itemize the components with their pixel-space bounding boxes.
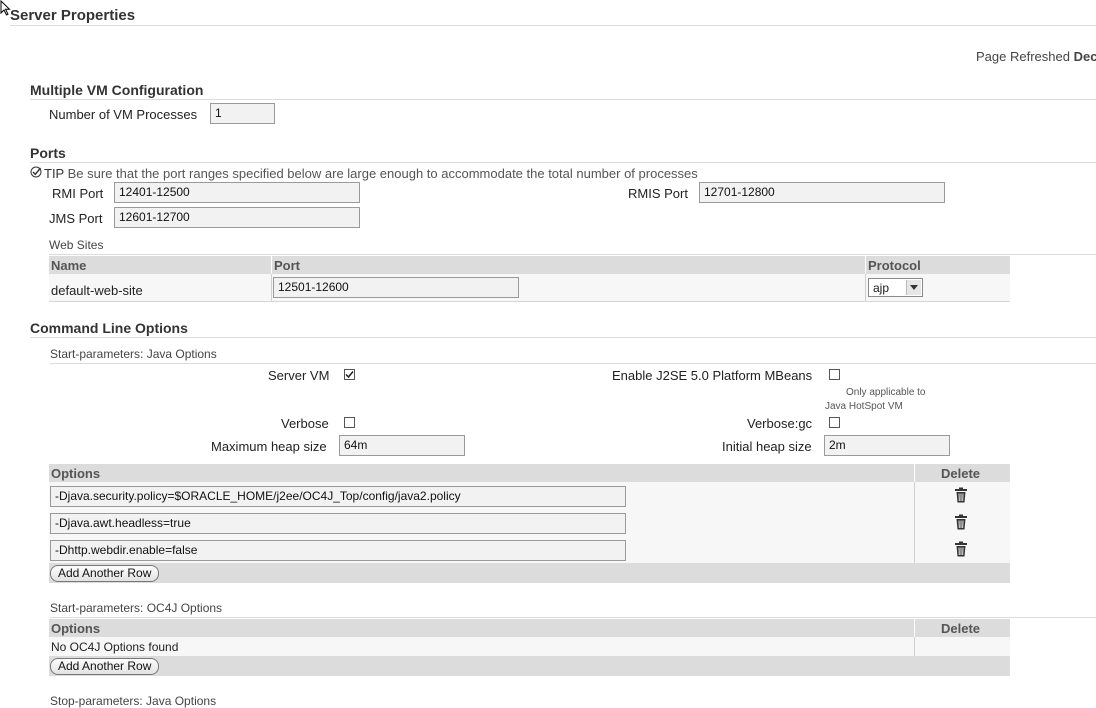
rmis-port-input[interactable]: 12701-12800 bbox=[699, 182, 945, 203]
page-refreshed-value: Dec bbox=[1074, 49, 1096, 64]
col-divider bbox=[914, 619, 915, 637]
max-heap-input[interactable]: 64m bbox=[339, 435, 465, 456]
mbeans-label: Enable J2SE 5.0 Platform MBeans bbox=[612, 368, 812, 383]
vm-config-heading: Multiple VM Configuration bbox=[30, 82, 203, 98]
col-divider bbox=[914, 536, 915, 563]
oc4j-options-divider bbox=[50, 617, 1096, 618]
chevron-down-icon bbox=[906, 280, 921, 295]
web-sites-heading: Web Sites bbox=[49, 238, 103, 252]
verbose-checkbox[interactable] bbox=[344, 417, 355, 428]
add-oc4j-option-row-button[interactable]: Add Another Row bbox=[50, 658, 159, 675]
empty-message: No OC4J Options found bbox=[51, 640, 178, 654]
command-line-divider bbox=[30, 337, 1096, 338]
vm-processes-input[interactable]: 1 bbox=[210, 103, 275, 124]
page-refreshed: Page Refreshed Dec bbox=[976, 49, 1096, 64]
server-vm-checkbox[interactable] bbox=[344, 369, 355, 380]
col-name: Name bbox=[51, 258, 86, 273]
protocol-select[interactable]: ajp bbox=[868, 278, 923, 297]
oc4j-options-table-header: Options Delete bbox=[49, 619, 1010, 637]
col-divider bbox=[271, 256, 272, 274]
col-divider bbox=[914, 509, 915, 536]
tip-message: TIP Be sure that the port ranges specifi… bbox=[44, 166, 698, 181]
page-title: Server Properties bbox=[10, 7, 135, 24]
rmi-port-label: RMI Port bbox=[52, 186, 103, 201]
col-divider bbox=[914, 482, 915, 509]
title-divider bbox=[10, 25, 1096, 26]
java-option-input-3[interactable]: -Dhttp.webdir.enable=false bbox=[50, 540, 626, 561]
init-heap-input[interactable]: 2m bbox=[824, 435, 950, 456]
max-heap-label: Maximum heap size bbox=[211, 439, 327, 454]
java-options-heading: Start-parameters: Java Options bbox=[50, 347, 217, 361]
java-option-input-1[interactable]: -Djava.security.policy=$ORACLE_HOME/j2ee… bbox=[50, 486, 626, 507]
rmi-port-input[interactable]: 12401-12500 bbox=[114, 182, 360, 203]
col-divider bbox=[271, 274, 272, 301]
col-delete: Delete bbox=[941, 621, 980, 636]
init-heap-label: Initial heap size bbox=[722, 439, 812, 454]
jms-port-input[interactable]: 12601-12700 bbox=[114, 207, 360, 228]
verbose-label: Verbose bbox=[281, 416, 329, 431]
java-options-divider bbox=[50, 363, 1096, 364]
oc4j-options-heading: Start-parameters: OC4J Options bbox=[50, 601, 222, 615]
web-site-name: default-web-site bbox=[51, 283, 143, 298]
table-row: default-web-site bbox=[49, 274, 1010, 302]
col-divider bbox=[865, 274, 866, 301]
web-site-port-input[interactable]: 12501-12600 bbox=[273, 277, 519, 298]
mbeans-checkbox[interactable] bbox=[829, 369, 840, 380]
web-sites-table-header: Name Port Protocol bbox=[49, 256, 1010, 274]
tip-text: Be sure that the port ranges specified b… bbox=[68, 166, 698, 181]
add-java-option-row-button[interactable]: Add Another Row bbox=[50, 565, 159, 582]
ports-heading: Ports bbox=[30, 145, 66, 161]
protocol-select-value: ajp bbox=[873, 281, 889, 295]
checkmark-icon bbox=[345, 370, 354, 379]
vm-processes-label: Number of VM Processes bbox=[49, 107, 197, 122]
server-vm-label: Server VM bbox=[268, 368, 329, 383]
mbeans-note-line1: Only applicable to bbox=[846, 387, 926, 398]
command-line-heading: Command Line Options bbox=[30, 320, 188, 336]
col-port: Port bbox=[274, 258, 300, 273]
verbose-gc-checkbox[interactable] bbox=[829, 417, 840, 428]
java-options-table-footer bbox=[49, 563, 1010, 583]
ports-divider bbox=[30, 162, 1096, 163]
jms-port-label: JMS Port bbox=[49, 211, 102, 226]
stop-java-options-heading: Stop-parameters: Java Options bbox=[50, 694, 216, 708]
verbose-gc-label: Verbose:gc bbox=[747, 416, 812, 431]
java-options-table-header: Options Delete bbox=[49, 464, 1010, 482]
mbeans-note-line2: Java HotSpot VM bbox=[825, 401, 903, 412]
col-divider bbox=[914, 464, 915, 482]
trash-icon[interactable] bbox=[954, 487, 968, 503]
col-divider bbox=[865, 256, 866, 274]
tip-icon bbox=[30, 166, 42, 178]
vm-config-divider bbox=[30, 99, 1096, 100]
java-option-input-2[interactable]: -Djava.awt.headless=true bbox=[50, 513, 626, 534]
trash-icon[interactable] bbox=[954, 514, 968, 530]
rmis-port-label: RMIS Port bbox=[628, 186, 688, 201]
col-options: Options bbox=[51, 466, 100, 481]
col-delete: Delete bbox=[941, 466, 980, 481]
col-protocol: Protocol bbox=[868, 258, 921, 273]
col-divider bbox=[914, 637, 915, 656]
web-sites-divider bbox=[49, 254, 1096, 255]
oc4j-options-table-footer bbox=[49, 656, 1010, 676]
col-options: Options bbox=[51, 621, 100, 636]
trash-icon[interactable] bbox=[954, 541, 968, 557]
page-refreshed-label: Page Refreshed bbox=[976, 49, 1070, 64]
table-row: No OC4J Options found bbox=[49, 637, 1010, 657]
tip-prefix: TIP bbox=[44, 166, 64, 181]
